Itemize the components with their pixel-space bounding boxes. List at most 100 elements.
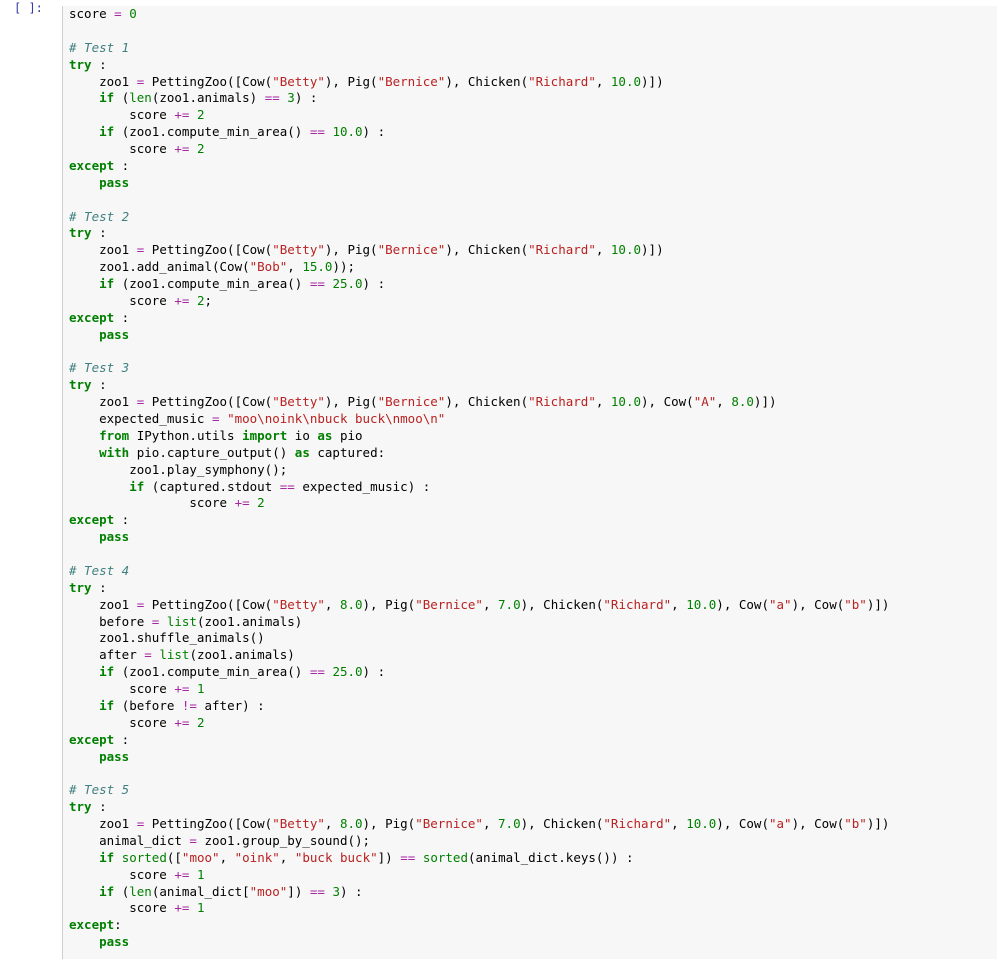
code-token bbox=[69, 664, 99, 679]
code-input-area[interactable]: score = 0 # Test 1 try : zoo1 = PettingZ… bbox=[62, 6, 997, 959]
code-token bbox=[189, 715, 197, 730]
code-token: zoo1.add_animal(Cow( bbox=[69, 259, 250, 274]
code-token: == bbox=[400, 850, 415, 865]
code-token: , bbox=[325, 597, 340, 612]
code-token: == bbox=[310, 124, 325, 139]
code-token: ), Chicken( bbox=[445, 74, 528, 89]
code-token: += bbox=[174, 107, 189, 122]
code-token: "oink" bbox=[235, 850, 280, 865]
code-token: score bbox=[69, 495, 235, 510]
code-token: = bbox=[144, 647, 152, 662]
code-token: if bbox=[99, 850, 114, 865]
code-token bbox=[69, 90, 99, 105]
code-token: ), Pig( bbox=[325, 74, 378, 89]
code-token: "b" bbox=[844, 597, 867, 612]
code-token: == bbox=[280, 479, 295, 494]
code-token: 15.0 bbox=[302, 259, 332, 274]
code-token: zoo1.play_symphony(); bbox=[69, 462, 287, 477]
code-token: : bbox=[92, 377, 107, 392]
code-token: if bbox=[99, 124, 114, 139]
code-token: ]) bbox=[287, 884, 310, 899]
code-token: after) : bbox=[197, 698, 265, 713]
code-token: : bbox=[92, 225, 107, 240]
code-token: == bbox=[310, 884, 325, 899]
code-token: ), Cow( bbox=[641, 394, 694, 409]
code-token: ), Chicken( bbox=[445, 394, 528, 409]
code-token bbox=[189, 141, 197, 156]
code-token: 10.0 bbox=[332, 124, 362, 139]
code-token: PettingZoo([Cow( bbox=[144, 816, 272, 831]
code-token: 7.0 bbox=[498, 597, 521, 612]
code-token: 1 bbox=[197, 681, 205, 696]
code-token: PettingZoo([Cow( bbox=[144, 394, 272, 409]
code-token: with bbox=[99, 445, 129, 460]
code-token: += bbox=[174, 681, 189, 696]
code-block[interactable]: score = 0 # Test 1 try : zoo1 = PettingZ… bbox=[69, 6, 989, 951]
code-token: pio bbox=[332, 428, 362, 443]
code-token: "Bernice" bbox=[378, 242, 446, 257]
code-token: 10.0 bbox=[686, 597, 716, 612]
input-prompt: [ ]: bbox=[14, 0, 43, 16]
code-token: "Bob" bbox=[250, 259, 288, 274]
code-token: "Richard" bbox=[528, 394, 596, 409]
code-token: if bbox=[99, 276, 114, 291]
code-token: io bbox=[287, 428, 317, 443]
code-token: expected_music bbox=[69, 411, 212, 426]
code-token: ) : bbox=[363, 124, 386, 139]
code-token: score bbox=[69, 6, 114, 21]
code-token: (zoo1.compute_min_area() bbox=[114, 276, 310, 291]
code-token: pass bbox=[99, 327, 129, 342]
code-token: if bbox=[99, 884, 114, 899]
code-token: except bbox=[69, 158, 114, 173]
code-token: += bbox=[174, 293, 189, 308]
code-token: "Betty" bbox=[272, 74, 325, 89]
code-token: (zoo1.compute_min_area() bbox=[114, 124, 310, 139]
code-token: )]) bbox=[641, 74, 664, 89]
code-token: "moo" bbox=[250, 884, 288, 899]
code-token: zoo1.group_by_sound(); bbox=[197, 833, 370, 848]
code-token: IPython.utils bbox=[129, 428, 242, 443]
code-token: zoo1 bbox=[69, 816, 137, 831]
code-token bbox=[69, 934, 99, 949]
code-token: "Betty" bbox=[272, 597, 325, 612]
code-token: (captured.stdout bbox=[144, 479, 279, 494]
code-token: zoo1.shuffle_animals() bbox=[69, 630, 265, 645]
code-token: 2 bbox=[197, 141, 205, 156]
code-token: "moo\noink\nbuck buck\nmoo\n" bbox=[227, 411, 445, 426]
code-token: 2 bbox=[197, 107, 205, 122]
code-token: ), Pig( bbox=[363, 816, 416, 831]
code-token: len bbox=[129, 884, 152, 899]
code-token: ), Pig( bbox=[363, 597, 416, 612]
code-token: import bbox=[242, 428, 287, 443]
code-token bbox=[69, 327, 99, 342]
code-token: ; bbox=[204, 293, 212, 308]
code-token: "Richard" bbox=[603, 816, 671, 831]
code-token: PettingZoo([Cow( bbox=[144, 74, 272, 89]
code-token: "Betty" bbox=[272, 242, 325, 257]
code-token bbox=[69, 479, 129, 494]
code-token: , bbox=[280, 850, 295, 865]
code-token: try bbox=[69, 57, 92, 72]
code-token: except bbox=[69, 917, 114, 932]
code-token: sorted bbox=[423, 850, 468, 865]
code-token: , bbox=[596, 394, 611, 409]
code-token: += bbox=[174, 900, 189, 915]
code-token: try bbox=[69, 799, 92, 814]
code-token: try bbox=[69, 225, 92, 240]
code-token: ), Chicken( bbox=[521, 597, 604, 612]
code-token: score bbox=[69, 715, 174, 730]
code-token: , bbox=[671, 597, 686, 612]
code-token: ), Pig( bbox=[325, 242, 378, 257]
code-token: : bbox=[92, 580, 107, 595]
code-token: ), Chicken( bbox=[445, 242, 528, 257]
code-token: "Bernice" bbox=[415, 816, 483, 831]
code-token: if bbox=[129, 479, 144, 494]
code-token bbox=[114, 850, 122, 865]
code-token: , bbox=[325, 816, 340, 831]
code-token: , bbox=[287, 259, 302, 274]
code-token: "Bernice" bbox=[378, 74, 446, 89]
code-token: += bbox=[174, 141, 189, 156]
code-token bbox=[325, 884, 333, 899]
code-token: score bbox=[69, 107, 174, 122]
code-token: 3 bbox=[332, 884, 340, 899]
